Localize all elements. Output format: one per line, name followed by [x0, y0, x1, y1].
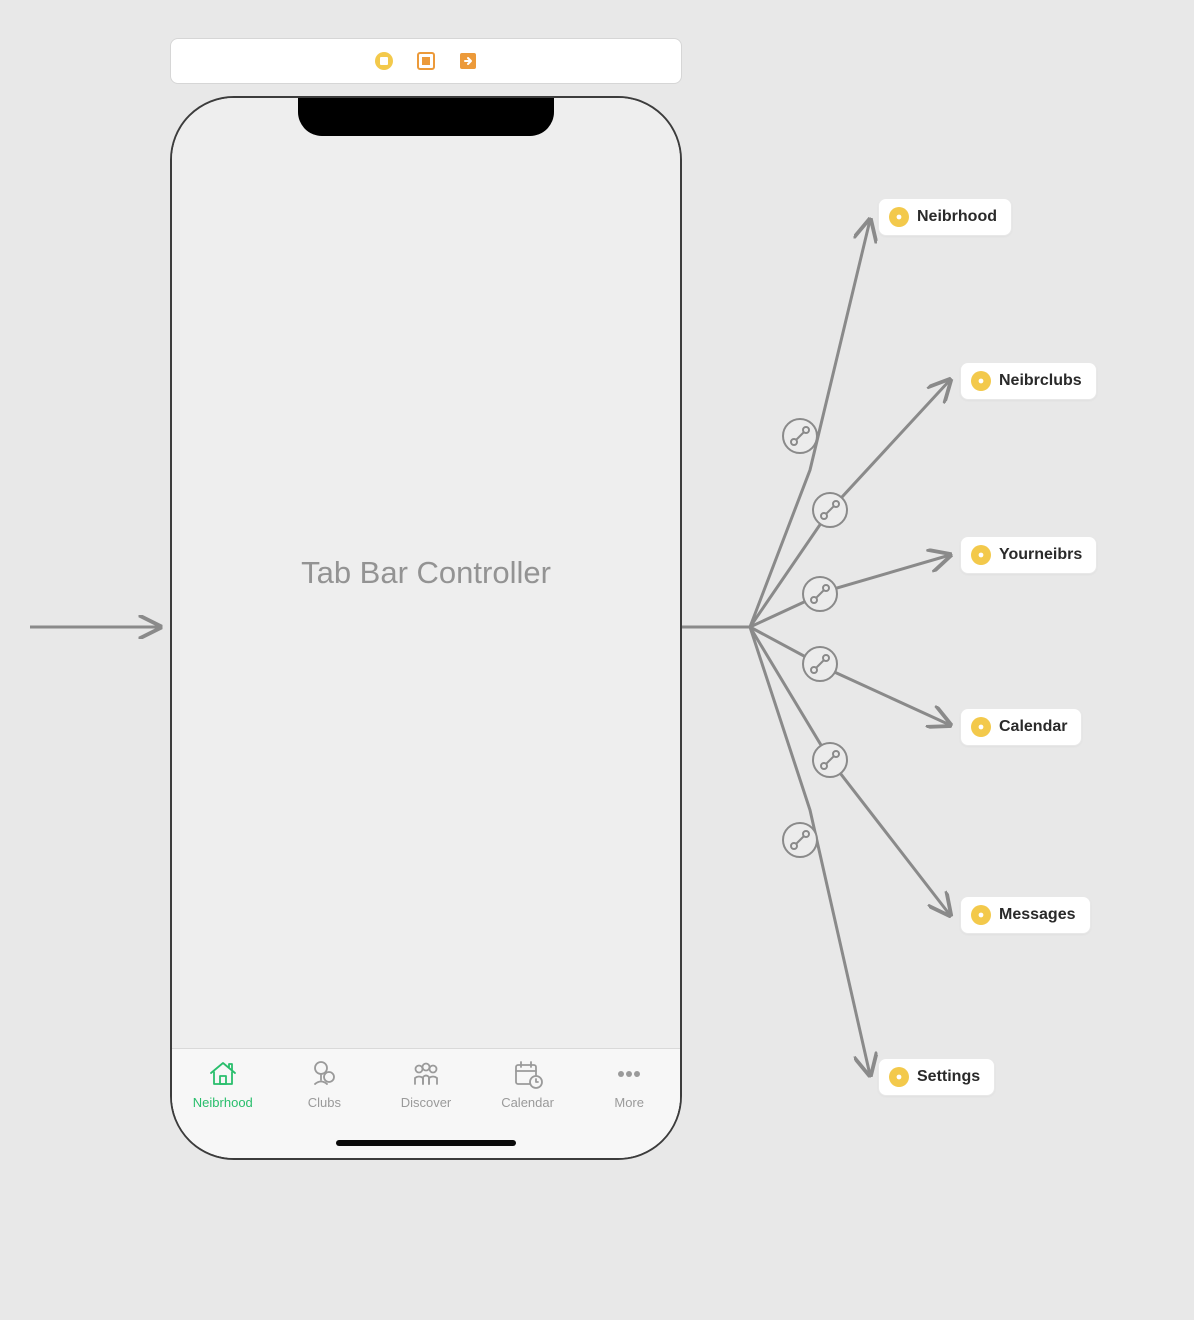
viewcontroller-icon — [889, 207, 909, 227]
tab-more[interactable]: More — [578, 1057, 680, 1158]
viewcontroller-icon — [971, 371, 991, 391]
phone-notch — [298, 96, 554, 136]
destination-neibrhood[interactable]: Neibrhood — [878, 198, 1012, 236]
house-icon — [206, 1057, 240, 1091]
destination-label: Settings — [917, 1068, 980, 1086]
scene-icon-exit[interactable] — [458, 51, 478, 71]
tab-label: Neibrhood — [193, 1095, 253, 1110]
destination-label: Neibrhood — [917, 208, 997, 226]
calendar-icon — [511, 1057, 545, 1091]
scene-icon-viewcontroller[interactable] — [374, 51, 394, 71]
tab-label: More — [614, 1095, 644, 1110]
tab-label: Discover — [401, 1095, 452, 1110]
scene-icon-firstresponder[interactable] — [416, 51, 436, 71]
viewcontroller-icon — [971, 905, 991, 925]
destination-messages[interactable]: Messages — [960, 896, 1091, 934]
destination-label: Yourneibrs — [999, 546, 1082, 564]
phone-frame: Tab Bar Controller Neibrhood — [170, 96, 682, 1160]
clubs-icon — [307, 1057, 341, 1091]
destination-label: Messages — [999, 906, 1076, 924]
more-icon — [612, 1057, 646, 1091]
destination-neibrclubs[interactable]: Neibrclubs — [960, 362, 1097, 400]
home-indicator — [336, 1140, 516, 1146]
destination-yourneibrs[interactable]: Yourneibrs — [960, 536, 1097, 574]
scene-title: Tab Bar Controller — [172, 98, 680, 1048]
destination-label: Neibrclubs — [999, 372, 1082, 390]
destination-settings[interactable]: Settings — [878, 1058, 995, 1096]
scene-toolbar[interactable] — [170, 38, 682, 84]
viewcontroller-icon — [971, 545, 991, 565]
tab-bar: Neibrhood Clubs — [172, 1048, 680, 1158]
tab-label: Calendar — [501, 1095, 554, 1110]
viewcontroller-icon — [889, 1067, 909, 1087]
destination-calendar[interactable]: Calendar — [960, 708, 1082, 746]
people-icon — [409, 1057, 443, 1091]
destination-label: Calendar — [999, 718, 1067, 736]
tab-label: Clubs — [308, 1095, 341, 1110]
viewcontroller-icon — [971, 717, 991, 737]
tab-neibrhood[interactable]: Neibrhood — [172, 1057, 274, 1158]
phone-screen: Tab Bar Controller Neibrhood — [172, 98, 680, 1158]
